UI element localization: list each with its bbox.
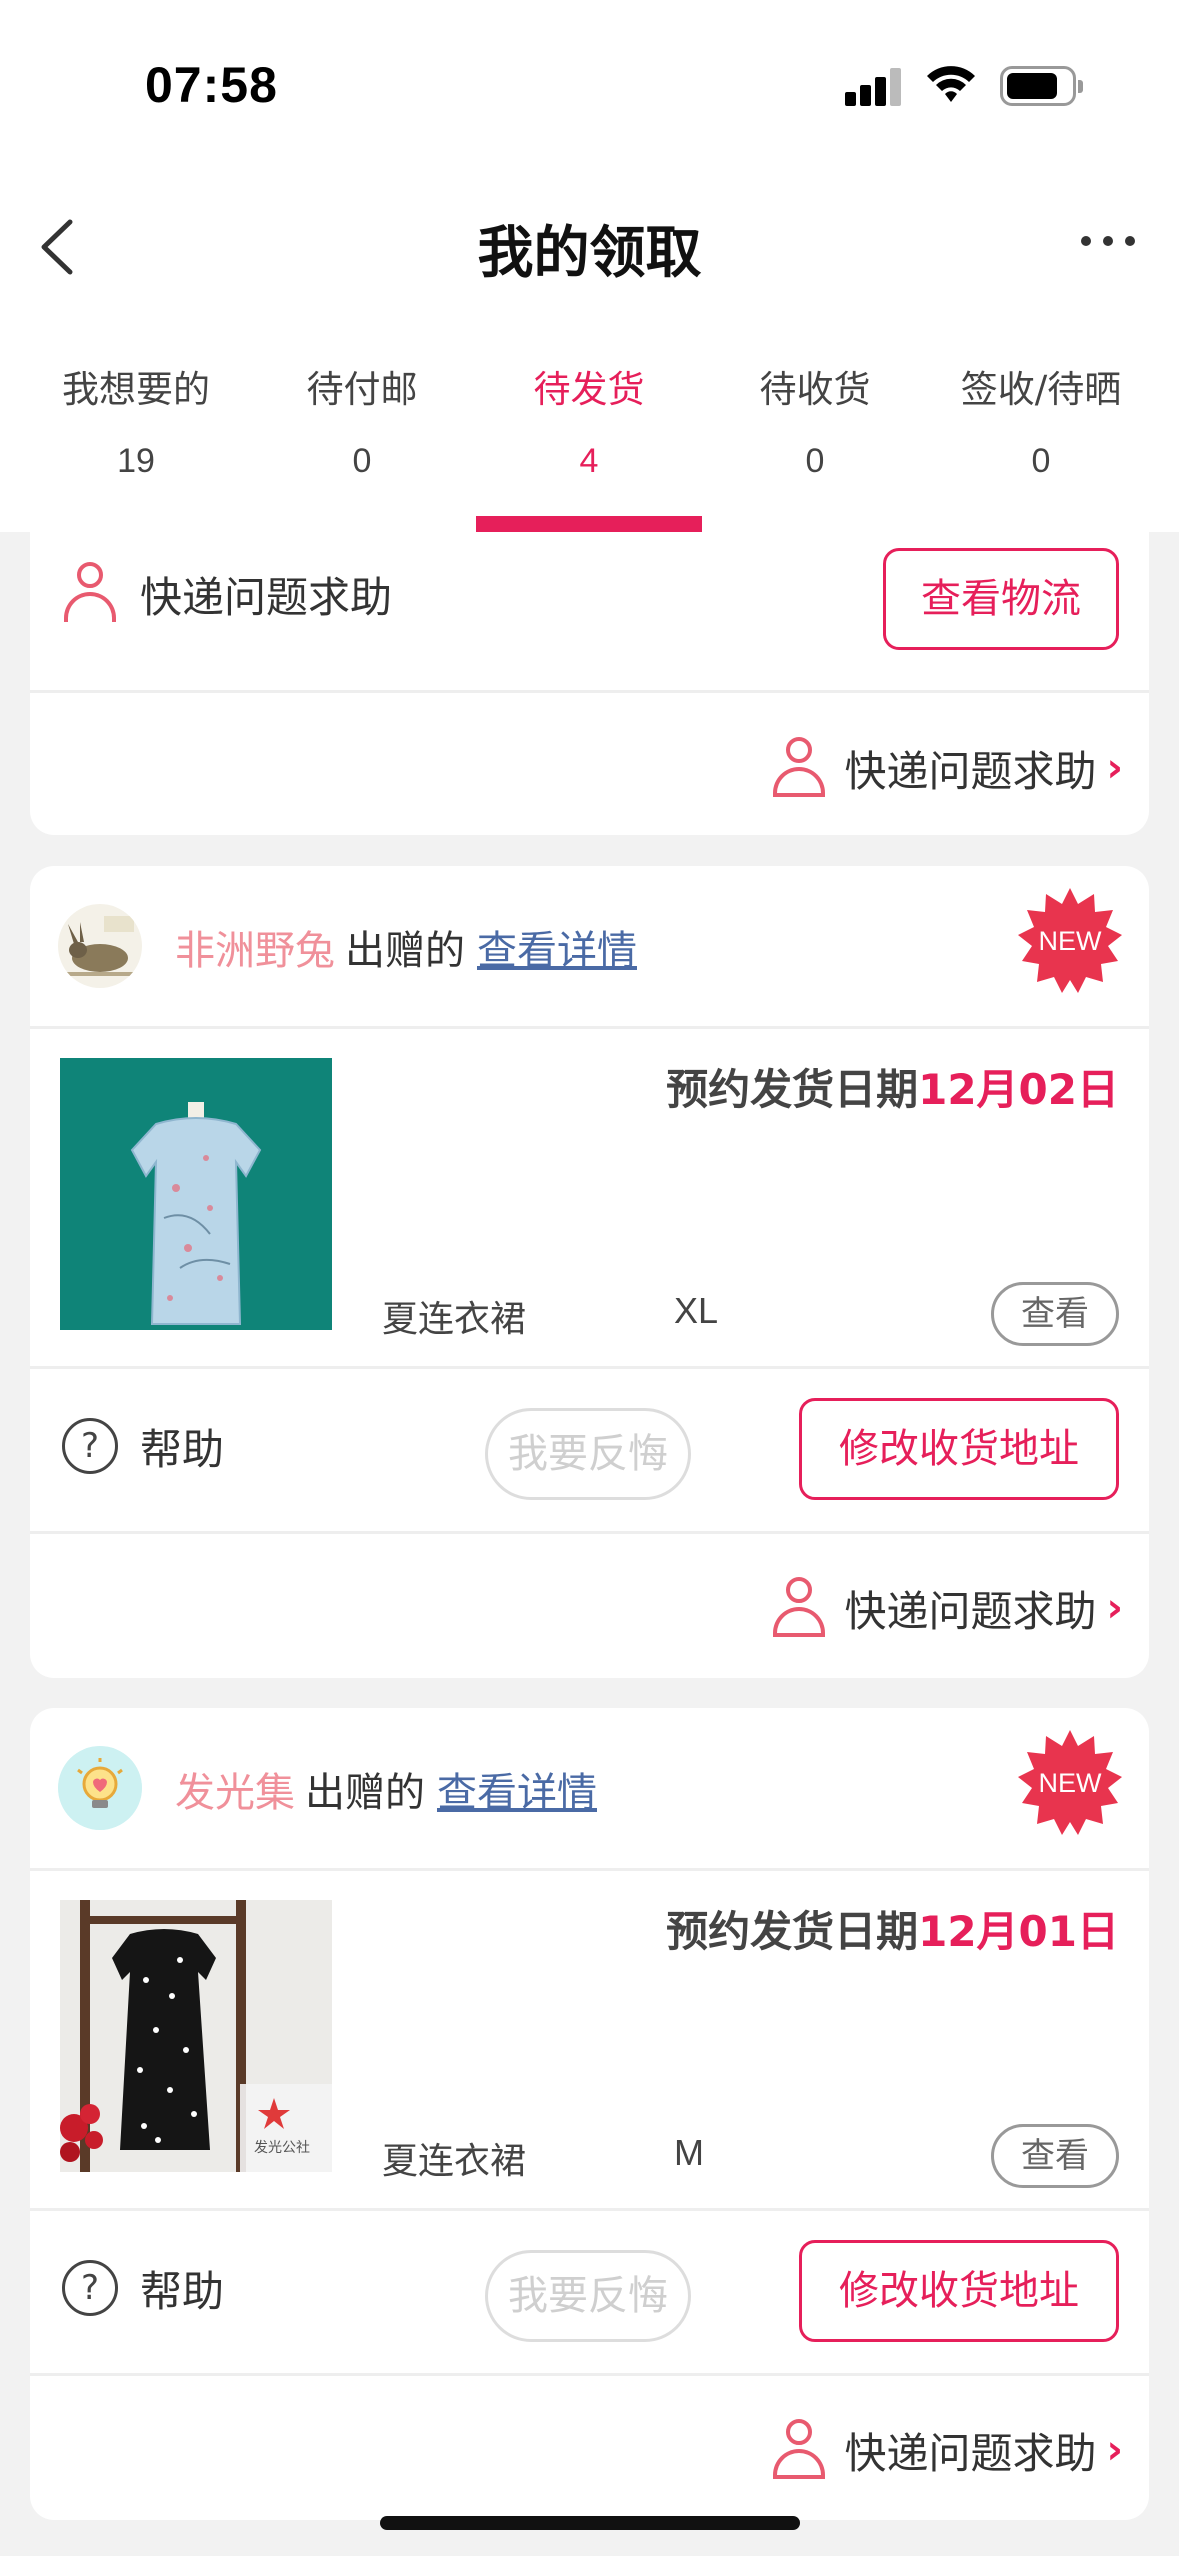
modify-address-button[interactable]: 修改收货地址 [799,2240,1119,2342]
home-indicator[interactable] [380,2516,800,2530]
tab-count: 0 [1031,442,1051,480]
giver-name[interactable]: 发光集 [175,1770,295,1816]
ship-date-value: 12月02日 [918,1065,1119,1114]
tab-wanted[interactable]: 我想要的 19 [23,360,249,481]
giver-suffix: 出赠的 [345,928,465,974]
chevron-right-icon: › [1106,2427,1123,2473]
tab-signed[interactable]: 签收/待晒 0 [928,360,1154,481]
active-tab-indicator [476,516,702,532]
tab-label: 待收货 [759,368,871,411]
tab-label: 待付邮 [306,368,418,411]
more-icon[interactable] [1079,222,1139,262]
giver-info: 非洲野兔 出赠的 查看详情 [175,918,637,976]
tab-label: 我想要的 [62,368,210,411]
product-size: XL [674,1290,719,1331]
help-label[interactable]: 帮助 [140,2258,224,2319]
tab-label: 待发货 [533,368,645,411]
help-label[interactable]: 帮助 [140,1416,224,1477]
action-row: ? 帮助 我要反悔 修改收货地址 [30,1368,1149,1533]
scheduled-ship-date: 预约发货日期12月01日 [666,1898,1119,1959]
new-badge: NEW [1015,886,1125,996]
product-row: 预约发货日期12月02日 夏连衣裙 XL 查看 [30,1028,1149,1358]
tab-count: 19 [117,442,155,480]
tab-count: 0 [805,442,825,480]
view-details-link[interactable]: 查看详情 [477,928,637,974]
view-details-link[interactable]: 查看详情 [437,1770,597,1816]
giver-row: 发光集 出赠的 查看详情 NEW [30,1708,1149,1868]
order-card: 发光集 出赠的 查看详情 NEW 发光公社 预约发货日期12月01日 夏连衣裙 … [30,1708,1149,2520]
giver-avatar[interactable] [58,1746,142,1830]
person-icon [772,2419,825,2481]
product-image[interactable] [60,1058,332,1330]
express-help-text: 快递问题求助 [844,2428,1097,2478]
giver-avatar[interactable] [58,904,142,988]
tab-pending-postage[interactable]: 待付邮 0 [249,360,475,481]
image-watermark: 发光公社 [254,2140,310,2156]
ship-date-value: 12月01日 [918,1907,1119,1956]
page-title: 我的领取 [477,221,702,286]
giver-name[interactable]: 非洲野兔 [175,928,335,974]
tab-count: 0 [352,442,372,480]
divider [30,690,1149,693]
battery-icon [1000,66,1083,106]
product-row: 发光公社 预约发货日期12月01日 夏连衣裙 M 查看 [30,1870,1149,2200]
new-badge: NEW [1015,1728,1125,1838]
lightbulb-icon [58,1746,142,1830]
product-image[interactable]: 发光公社 [60,1900,332,2172]
header: 07:58 我的领取 我想要的 19 待付邮 0 待发货 4 待收货 0 签收/… [0,0,1179,532]
ship-date-label: 预约发货日期 [666,1907,919,1956]
nav-bar: 我的领取 [0,190,1179,300]
order-card: 非洲野兔 出赠的 查看详情 NEW 预约发货日期12月02日 夏连衣裙 XL 查… [30,866,1149,1678]
person-icon [772,1577,825,1639]
tab-pending-receipt[interactable]: 待收货 0 [702,360,928,481]
modify-address-button[interactable]: 修改收货地址 [799,1398,1119,1500]
help-row: 快递问题求助 查看物流 [30,520,1149,685]
express-help-link[interactable]: 快递问题求助 › [772,2410,1123,2490]
express-help-text: 快递问题求助 [844,746,1097,796]
person-icon [64,562,116,624]
new-badge-label: NEW [1038,926,1102,956]
chevron-right-icon: › [1106,745,1123,791]
new-badge-label: NEW [1038,1768,1102,1798]
chevron-right-icon: › [1106,1585,1123,1631]
divider [30,1531,1149,1534]
view-product-button[interactable]: 查看 [991,1282,1119,1346]
giver-info: 发光集 出赠的 查看详情 [175,1760,597,1818]
status-bar: 07:58 [0,0,1179,170]
express-help-link[interactable]: 快递问题求助 › [772,1568,1123,1648]
view-product-button[interactable]: 查看 [991,2124,1119,2188]
divider [30,2373,1149,2376]
giver-row: 非洲野兔 出赠的 查看详情 NEW [30,866,1149,1026]
help-question-icon[interactable]: ? [62,1418,118,1474]
signal-icon [845,68,901,106]
regret-button[interactable]: 我要反悔 [485,2250,691,2342]
tab-label: 签收/待晒 [960,368,1122,411]
regret-button[interactable]: 我要反悔 [485,1408,691,1500]
help-question-icon[interactable]: ? [62,2260,118,2316]
express-help-label[interactable]: 快递问题求助 [140,564,392,625]
order-card-partial: 快递问题求助 查看物流 快递问题求助 › [30,500,1149,835]
action-row: ? 帮助 我要反悔 修改收货地址 [30,2210,1149,2375]
tab-pending-shipment[interactable]: 待发货 4 [476,360,702,481]
wifi-icon [927,66,975,102]
tab-bar: 我想要的 19 待付邮 0 待发货 4 待收货 0 签收/待晒 0 [0,360,1179,532]
status-time: 07:58 [145,57,278,113]
express-help-text: 快递问题求助 [844,1586,1097,1636]
person-icon [772,737,825,799]
product-name: 夏连衣裙 [382,2141,527,2182]
ship-date-label: 预约发货日期 [666,1065,919,1114]
tab-count: 4 [579,442,599,480]
product-name: 夏连衣裙 [382,1299,527,1340]
giver-suffix: 出赠的 [305,1770,425,1816]
express-help-link[interactable]: 快递问题求助 › [772,728,1123,808]
product-size: M [674,2132,704,2173]
scheduled-ship-date: 预约发货日期12月02日 [666,1056,1119,1117]
view-logistics-button[interactable]: 查看物流 [883,548,1119,650]
